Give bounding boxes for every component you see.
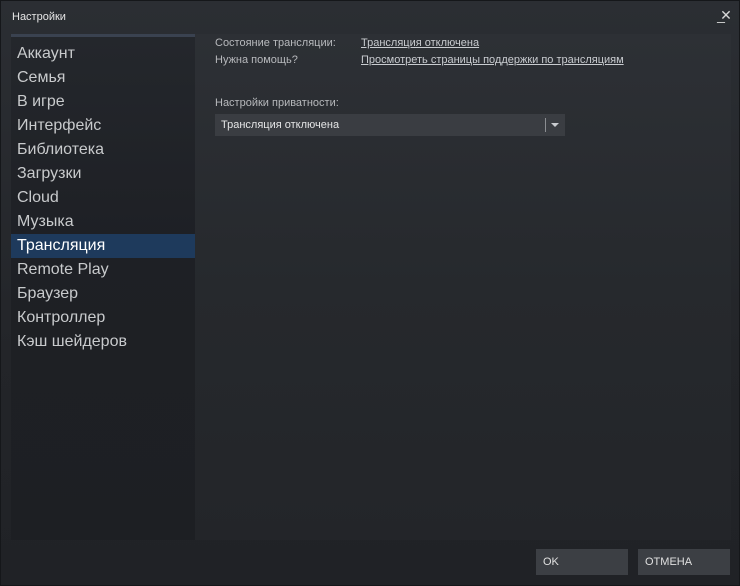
sidebar-item-remote-play[interactable]: Remote Play — [11, 258, 195, 282]
settings-window: Настройки _ ✕ Аккаунт Семья В игре Интер… — [0, 0, 740, 586]
sidebar-item-browser[interactable]: Браузер — [11, 282, 195, 306]
sidebar-item-library[interactable]: Библиотека — [11, 138, 195, 162]
sidebar-item-controller[interactable]: Контроллер — [11, 306, 195, 330]
close-icon[interactable]: ✕ — [719, 6, 733, 24]
sidebar-item-cloud[interactable]: Cloud — [11, 186, 195, 210]
sidebar-item-music[interactable]: Музыка — [11, 210, 195, 234]
settings-sidebar: Аккаунт Семья В игре Интерфейс Библиотек… — [11, 34, 195, 540]
window-title: Настройки — [12, 11, 66, 23]
help-label: Нужна помощь? — [215, 54, 298, 66]
sidebar-item-family[interactable]: Семья — [11, 66, 195, 90]
sidebar-item-shader-cache[interactable]: Кэш шейдеров — [11, 330, 195, 354]
title-bar[interactable]: Настройки _ ✕ — [1, 1, 739, 33]
support-pages-link[interactable]: Просмотреть страницы поддержки по трансл… — [361, 54, 624, 66]
ok-button[interactable]: OK — [536, 549, 628, 575]
cancel-button[interactable]: ОТМЕНА — [638, 549, 730, 575]
privacy-settings-dropdown[interactable]: Трансляция отключена — [215, 114, 565, 136]
dropdown-divider — [545, 118, 546, 132]
privacy-settings-label: Настройки приватности: — [215, 97, 339, 109]
sidebar-item-downloads[interactable]: Загрузки — [11, 162, 195, 186]
privacy-selected-value: Трансляция отключена — [221, 119, 340, 131]
broadcast-status-link[interactable]: Трансляция отключена — [361, 37, 479, 49]
sidebar-item-broadcasting[interactable]: Трансляция — [11, 234, 195, 258]
chevron-down-icon[interactable] — [549, 114, 561, 136]
broadcasting-panel: Состояние трансляции: Трансляция отключе… — [195, 34, 731, 540]
sidebar-item-interface[interactable]: Интерфейс — [11, 114, 195, 138]
broadcast-status-label: Состояние трансляции: — [215, 37, 336, 49]
sidebar-item-in-game[interactable]: В игре — [11, 90, 195, 114]
sidebar-item-account[interactable]: Аккаунт — [11, 42, 195, 66]
